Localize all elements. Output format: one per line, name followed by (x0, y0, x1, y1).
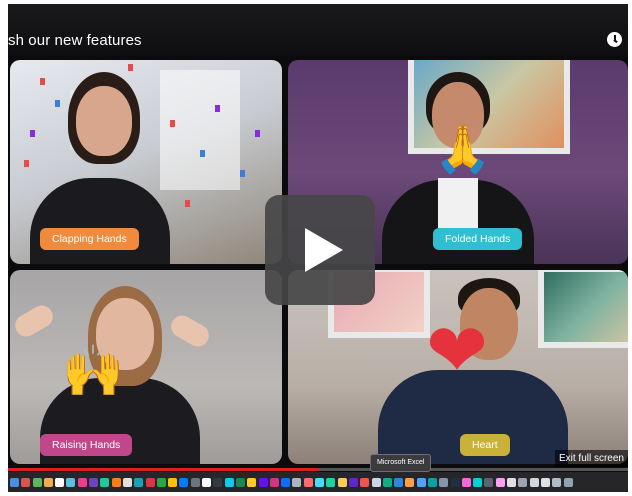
dock-app-icon[interactable] (258, 477, 268, 487)
video-title: sh our new features (8, 32, 142, 49)
dock-app-icon[interactable] (529, 477, 539, 487)
dock-app-icon[interactable] (43, 477, 53, 487)
dock-app-icon[interactable] (122, 477, 132, 487)
dock-app-icon[interactable] (303, 477, 313, 487)
dock-app-icon[interactable] (77, 477, 87, 487)
dock-app-icon[interactable] (326, 477, 336, 487)
dock-tooltip: Microsoft Excel (370, 454, 432, 472)
reaction-label: Folded Hands (433, 228, 523, 250)
dock-app-icon[interactable] (168, 477, 178, 487)
confetti (128, 64, 133, 71)
dock-app-icon[interactable] (55, 477, 65, 487)
dock-app-icon[interactable] (202, 477, 212, 487)
dock-app-icon[interactable] (473, 477, 483, 487)
background-window (160, 70, 240, 190)
video-title-bar: sh our new features (8, 4, 628, 56)
dock-app-icon[interactable] (235, 477, 245, 487)
reaction-label: Raising Hands (40, 434, 133, 456)
dock-app-icon[interactable] (145, 477, 155, 487)
dock-app-icon[interactable] (495, 477, 505, 487)
dock-app-icon[interactable] (416, 477, 426, 487)
video-player[interactable]: sh our new features Clapping Hands 🙏 Fol… (8, 4, 628, 492)
raised-hand-left (11, 301, 57, 341)
dock-app-icon[interactable] (439, 477, 449, 487)
dock-app-icon[interactable] (111, 477, 121, 487)
dock-app-icon[interactable] (21, 477, 31, 487)
play-button[interactable] (265, 195, 375, 305)
confetti (170, 120, 175, 127)
confetti (55, 100, 60, 107)
confetti (200, 150, 205, 157)
dock-app-icon[interactable] (315, 477, 325, 487)
video-tile-clapping-hands: Clapping Hands (10, 60, 282, 264)
dock-app-icon[interactable] (224, 477, 234, 487)
confetti (215, 105, 220, 112)
dock-app-icon[interactable] (213, 477, 223, 487)
dock-app-icon[interactable] (89, 477, 99, 487)
dock-app-icon[interactable] (518, 477, 528, 487)
dock-app-icon[interactable] (179, 477, 189, 487)
dock-app-icon[interactable] (66, 477, 76, 487)
dock-app-icon[interactable] (292, 477, 302, 487)
dock-app-icon[interactable] (563, 477, 573, 487)
dock-app-icon[interactable] (360, 477, 370, 487)
confetti (40, 78, 45, 85)
dock-app-icon[interactable] (540, 477, 550, 487)
macos-dock (8, 472, 628, 492)
dock-app-icon[interactable] (156, 477, 166, 487)
dock-app-icon[interactable] (134, 477, 144, 487)
heart-emoji: ❤ (426, 309, 489, 392)
dock-app-icon[interactable] (405, 477, 415, 487)
dock-app-icon[interactable] (348, 477, 358, 487)
confetti (30, 130, 35, 137)
dock-app-icon[interactable] (371, 477, 381, 487)
confetti (255, 130, 260, 137)
dock-app-icon[interactable] (337, 477, 347, 487)
reaction-label: Clapping Hands (40, 228, 139, 250)
raising-hands-emoji: 🙌 (62, 343, 125, 399)
progress-fill (8, 468, 318, 471)
dock-app-icon[interactable] (484, 477, 494, 487)
confetti (24, 160, 29, 167)
dock-app-icon[interactable] (552, 477, 562, 487)
dock-app-icon[interactable] (281, 477, 291, 487)
person-face (76, 86, 132, 156)
dock-app-icon[interactable] (427, 477, 437, 487)
confetti (185, 200, 190, 207)
folded-hands-emoji: 🙏 (434, 123, 492, 175)
dock-app-icon[interactable] (190, 477, 200, 487)
dock-app-icon[interactable] (394, 477, 404, 487)
raised-hand-right (167, 311, 213, 351)
dock-app-icon[interactable] (247, 477, 257, 487)
dock-app-icon[interactable] (450, 477, 460, 487)
confetti (240, 170, 245, 177)
exit-full-screen-label[interactable]: Exit full screen (554, 450, 628, 467)
progress-bar[interactable] (8, 468, 628, 471)
dock-app-icon[interactable] (507, 477, 517, 487)
clock-icon[interactable] (607, 32, 622, 47)
person-body (30, 178, 170, 264)
wall-art (538, 270, 628, 348)
dock-app-icon[interactable] (32, 477, 42, 487)
shirt-collar (438, 178, 478, 228)
dock-app-icon[interactable] (100, 477, 110, 487)
dock-app-icon[interactable] (10, 477, 19, 487)
dock-app-icon[interactable] (382, 477, 392, 487)
reaction-label: Heart (460, 434, 510, 456)
dock-app-icon[interactable] (269, 477, 279, 487)
dock-app-icon[interactable] (461, 477, 471, 487)
video-tile-raising-hands: 🙌 Raising Hands (10, 270, 282, 464)
